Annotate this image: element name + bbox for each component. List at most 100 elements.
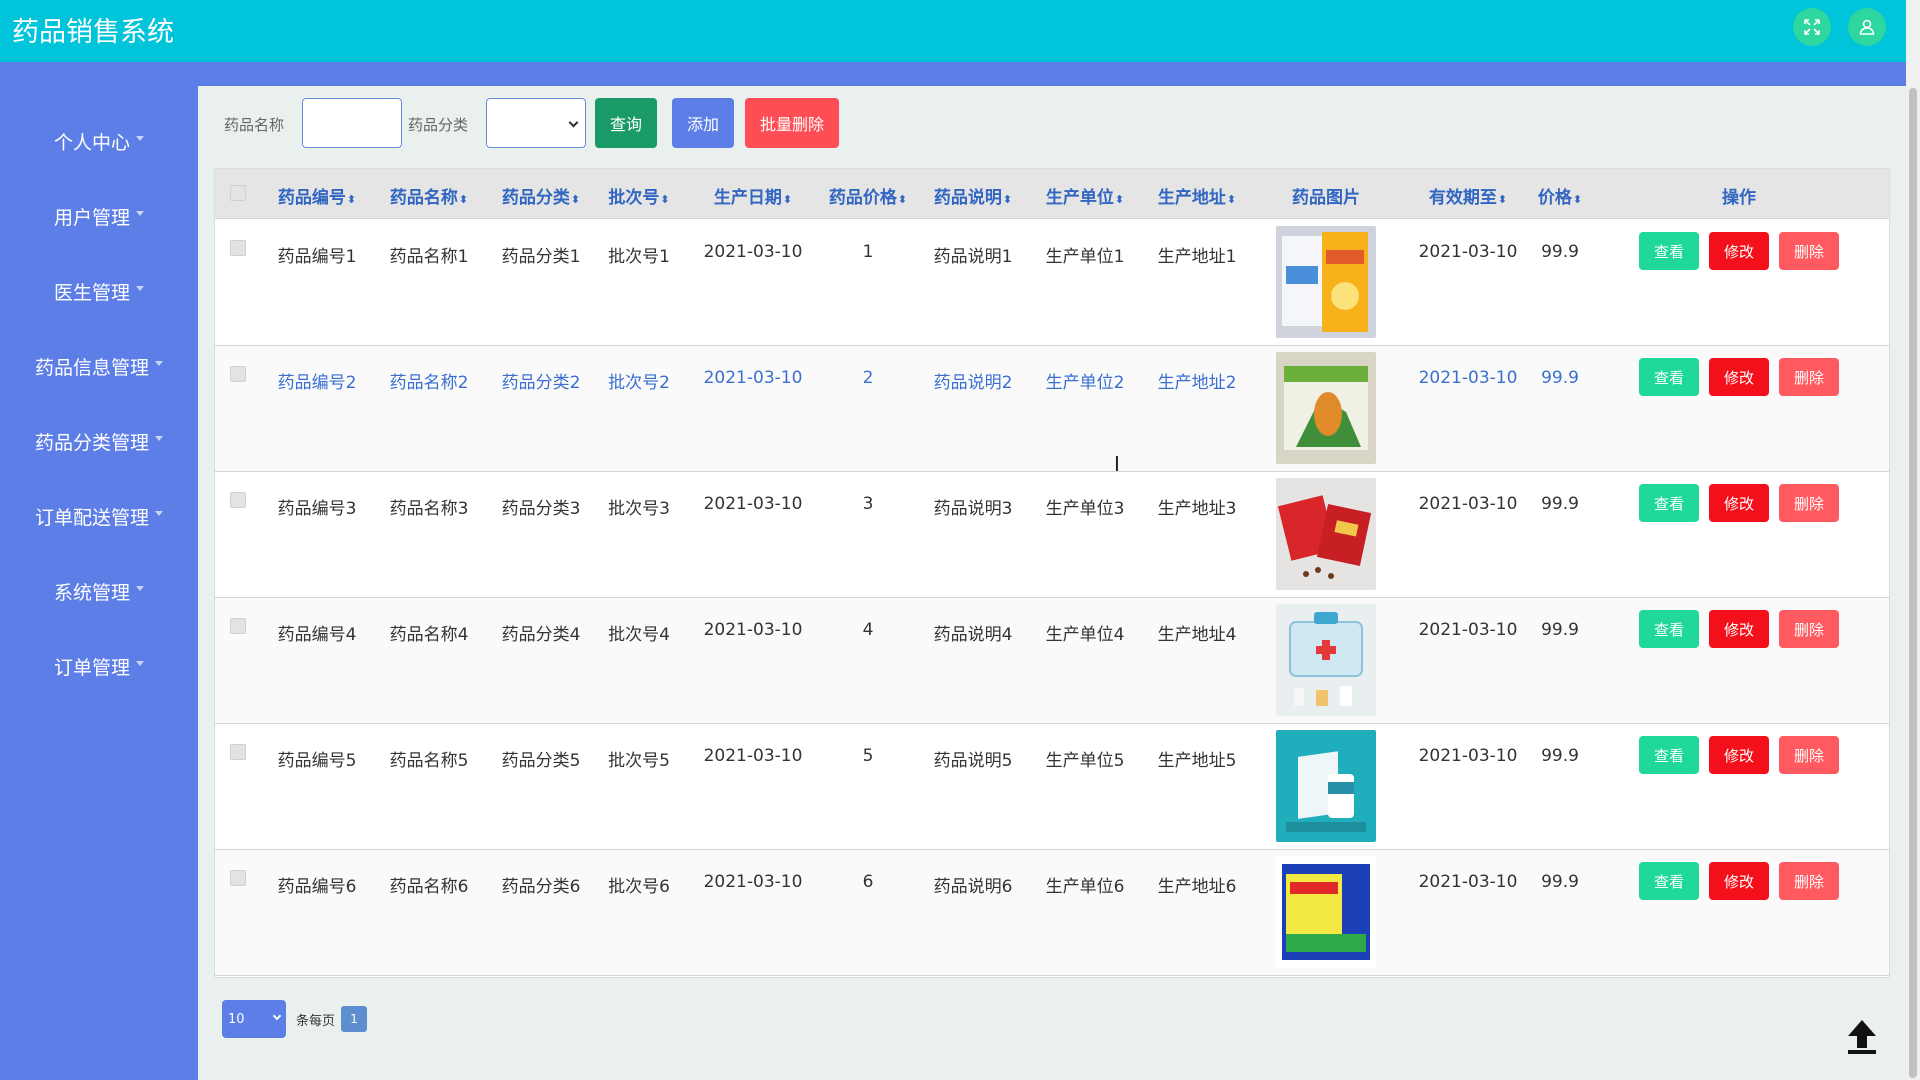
delete-button[interactable]: 删除 bbox=[1779, 232, 1839, 270]
drug-image[interactable] bbox=[1276, 856, 1376, 968]
cell-price2: 99.9 bbox=[1541, 872, 1579, 892]
search-bar: 药品名称 药品分类 查询 添加 批量删除 bbox=[198, 86, 1906, 166]
edit-button[interactable]: 修改 bbox=[1709, 358, 1769, 396]
view-button[interactable]: 查看 bbox=[1639, 358, 1699, 396]
sidebar-item-doctor-management[interactable]: 医生管理 bbox=[0, 271, 198, 311]
column-header-expire[interactable]: 有效期至⬍ bbox=[1429, 183, 1507, 208]
cell-price: 5 bbox=[862, 746, 874, 766]
drug-image[interactable] bbox=[1276, 604, 1376, 716]
cell-description: 药品说明3 bbox=[933, 499, 1013, 519]
cell-address: 生产地址2 bbox=[1157, 373, 1237, 393]
select-all-checkbox[interactable] bbox=[230, 185, 246, 201]
pagination: 10 条每页 1 bbox=[222, 1000, 368, 1038]
cell-unit: 生产单位2 bbox=[1045, 373, 1125, 393]
sidebar-item-label: 医生管理 bbox=[53, 281, 130, 304]
column-header-code[interactable]: 药品编号⬍ bbox=[278, 183, 356, 208]
row-checkbox[interactable] bbox=[230, 240, 246, 256]
cell-code: 药品编号3 bbox=[277, 499, 357, 519]
header-strip bbox=[0, 62, 1906, 86]
cell-price: 3 bbox=[862, 494, 874, 514]
edit-button[interactable]: 修改 bbox=[1709, 232, 1769, 270]
delete-button[interactable]: 删除 bbox=[1779, 610, 1839, 648]
sidebar-item-order-delivery-management[interactable]: 订单配送管理 bbox=[0, 496, 198, 536]
cell-description: 药品说明1 bbox=[933, 247, 1013, 267]
drug-image[interactable] bbox=[1276, 478, 1376, 590]
edit-button[interactable]: 修改 bbox=[1709, 862, 1769, 900]
column-header-address[interactable]: 生产地址⬍ bbox=[1158, 183, 1236, 208]
add-button[interactable]: 添加 bbox=[672, 98, 734, 148]
column-header-price2[interactable]: 价格⬍ bbox=[1538, 183, 1582, 208]
caret-down-icon bbox=[136, 660, 144, 666]
table-row: 药品编号2 药品名称2 药品分类2 批次号2 2021-03-10 2 药品说明… bbox=[215, 346, 1889, 472]
sidebar-item-drug-category-management[interactable]: 药品分类管理 bbox=[0, 421, 198, 461]
delete-button[interactable]: 删除 bbox=[1779, 862, 1839, 900]
drug-category-select[interactable] bbox=[486, 98, 586, 148]
expand-icon bbox=[1804, 19, 1820, 35]
delete-button[interactable]: 删除 bbox=[1779, 484, 1839, 522]
sidebar-item-drug-info-management[interactable]: 药品信息管理 bbox=[0, 346, 198, 386]
column-label: 生产日期 bbox=[713, 188, 782, 208]
page-number[interactable]: 1 bbox=[341, 1006, 368, 1032]
cell-name: 药品名称2 bbox=[389, 373, 469, 393]
column-header-batch[interactable]: 批次号⬍ bbox=[608, 183, 669, 208]
delete-button[interactable]: 删除 bbox=[1779, 358, 1839, 396]
sort-icon: ⬍ bbox=[660, 193, 670, 206]
sort-icon: ⬍ bbox=[897, 193, 908, 206]
cell-address: 生产地址3 bbox=[1157, 499, 1237, 519]
sidebar-item-label: 订单管理 bbox=[53, 656, 130, 679]
cell-category: 药品分类4 bbox=[501, 625, 581, 645]
cell-code: 药品编号1 bbox=[277, 247, 357, 267]
edit-button[interactable]: 修改 bbox=[1709, 736, 1769, 774]
query-button[interactable]: 查询 bbox=[595, 98, 657, 148]
caret-down-icon bbox=[155, 360, 163, 366]
cell-price2: 99.9 bbox=[1541, 242, 1579, 262]
fullscreen-button[interactable] bbox=[1793, 8, 1831, 46]
page-size-value: 10 bbox=[228, 1012, 245, 1027]
cell-unit: 生产单位3 bbox=[1045, 499, 1125, 519]
view-button[interactable]: 查看 bbox=[1639, 610, 1699, 648]
view-button[interactable]: 查看 bbox=[1639, 484, 1699, 522]
view-button[interactable]: 查看 bbox=[1639, 232, 1699, 270]
back-to-top-icon[interactable] bbox=[1842, 1016, 1882, 1056]
column-header-unit[interactable]: 生产单位⬍ bbox=[1046, 183, 1124, 208]
view-button[interactable]: 查看 bbox=[1639, 736, 1699, 774]
cell-address: 生产地址4 bbox=[1157, 625, 1237, 645]
column-label: 生产地址 bbox=[1157, 188, 1226, 208]
sidebar-item-personal-center[interactable]: 个人中心 bbox=[0, 121, 198, 161]
column-header-description[interactable]: 药品说明⬍ bbox=[934, 183, 1012, 208]
cell-price2: 99.9 bbox=[1541, 746, 1579, 766]
sidebar-item-user-management[interactable]: 用户管理 bbox=[0, 196, 198, 236]
drug-image[interactable] bbox=[1276, 226, 1376, 338]
page-size-select[interactable]: 10 bbox=[222, 1000, 286, 1038]
delete-button[interactable]: 删除 bbox=[1779, 736, 1839, 774]
row-checkbox[interactable] bbox=[230, 870, 246, 886]
table-header: 药品编号⬍ 药品名称⬍ 药品分类⬍ 批次号⬍ 生产日期⬍ 药品价格⬍ 药品说明⬍… bbox=[215, 169, 1889, 219]
drug-name-input[interactable] bbox=[302, 98, 402, 148]
cell-category: 药品分类6 bbox=[501, 877, 581, 897]
view-button[interactable]: 查看 bbox=[1639, 862, 1699, 900]
column-header-date[interactable]: 生产日期⬍ bbox=[714, 183, 792, 208]
row-checkbox[interactable] bbox=[230, 744, 246, 760]
user-button[interactable] bbox=[1848, 8, 1886, 46]
drug-image[interactable] bbox=[1276, 352, 1376, 464]
column-header-category[interactable]: 药品分类⬍ bbox=[502, 183, 580, 208]
main-content: 药品名称 药品分类 查询 添加 批量删除 药品编号⬍ 药品名称⬍ 药品分类⬍ 批… bbox=[198, 86, 1906, 1080]
drug-image[interactable] bbox=[1276, 730, 1376, 842]
batch-delete-button[interactable]: 批量删除 bbox=[745, 98, 839, 148]
cell-description: 药品说明6 bbox=[933, 877, 1013, 897]
sidebar-item-system-management[interactable]: 系统管理 bbox=[0, 571, 198, 611]
cell-description: 药品说明5 bbox=[933, 751, 1013, 771]
column-header-name[interactable]: 药品名称⬍ bbox=[390, 183, 468, 208]
row-checkbox[interactable] bbox=[230, 366, 246, 382]
sidebar-item-order-management[interactable]: 订单管理 bbox=[0, 646, 198, 686]
cell-unit: 生产单位5 bbox=[1045, 751, 1125, 771]
row-checkbox[interactable] bbox=[230, 492, 246, 508]
top-header: 药品销售系统 bbox=[0, 0, 1906, 62]
row-checkbox[interactable] bbox=[230, 618, 246, 634]
column-header-price[interactable]: 药品价格⬍ bbox=[829, 183, 907, 208]
page-scrollbar[interactable] bbox=[1906, 0, 1920, 1080]
edit-button[interactable]: 修改 bbox=[1709, 610, 1769, 648]
scrollbar-thumb[interactable] bbox=[1909, 88, 1917, 1078]
cell-name: 药品名称6 bbox=[389, 877, 469, 897]
edit-button[interactable]: 修改 bbox=[1709, 484, 1769, 522]
